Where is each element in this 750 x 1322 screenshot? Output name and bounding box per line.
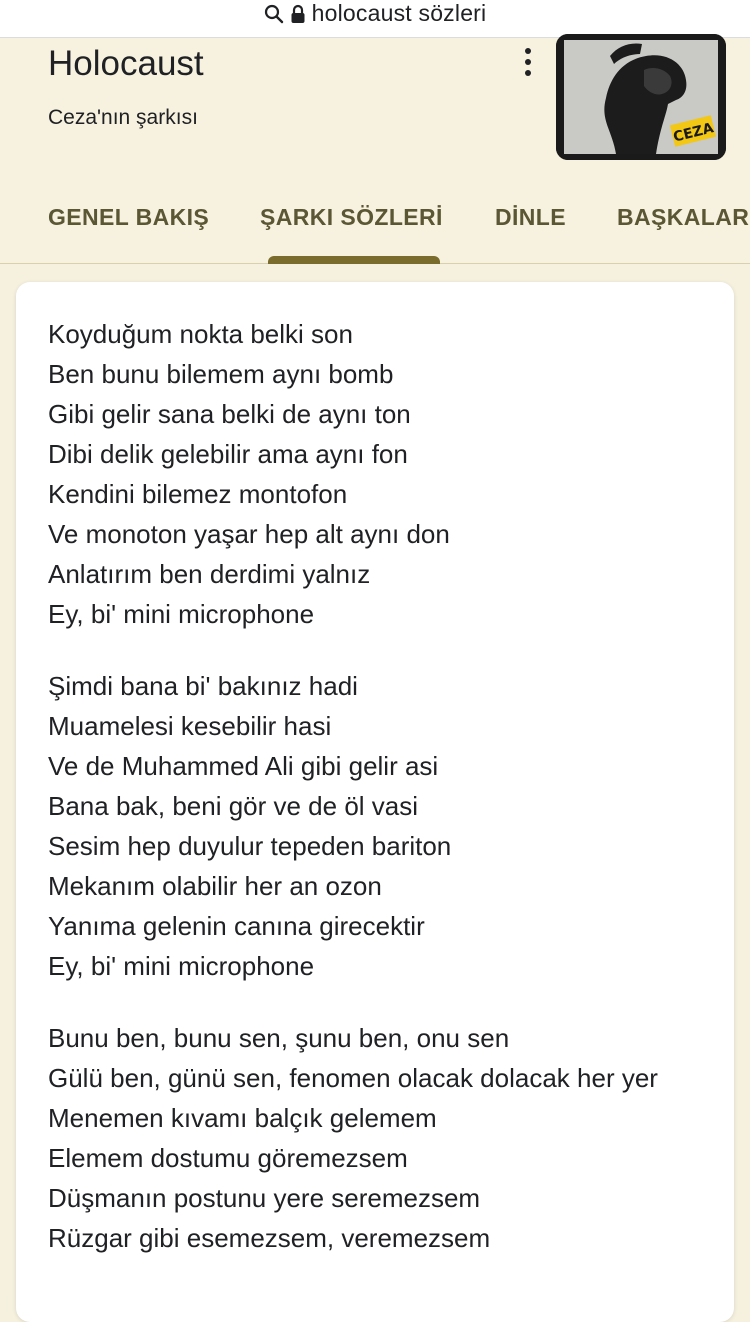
lyrics-line: Bana bak, beni gör ve de öl vasi xyxy=(48,791,419,821)
lyrics-stanza: Bunu ben, bunu sen, şunu ben, onu sen Gü… xyxy=(48,1018,688,1258)
song-title: Holocaust xyxy=(48,44,204,83)
tab-overview[interactable]: GENEL BAKIŞ xyxy=(48,204,209,231)
lock-icon xyxy=(290,4,306,24)
lyrics-line: Gülü ben, günü sen, fenomen olacak dolac… xyxy=(48,1063,658,1093)
lyrics-line: Menemen kıvamı balçık gelemem xyxy=(48,1103,437,1133)
lyrics-line: Ve monoton yaşar hep alt aynı don xyxy=(48,519,450,549)
more-vert-icon[interactable] xyxy=(514,46,542,78)
browser-url-bar[interactable]: holocaust sözleri xyxy=(0,0,750,38)
tab-lyrics[interactable]: ŞARKI SÖZLERİ xyxy=(260,204,443,231)
url-text: holocaust sözleri xyxy=(311,0,487,26)
song-header: Holocaust Ceza'nın şarkısı CEZA GENEL BA… xyxy=(0,34,750,264)
lyrics-body: Koyduğum nokta belki son Ben bunu bileme… xyxy=(48,314,688,1290)
lyrics-line: Koyduğum nokta belki son xyxy=(48,319,353,349)
lyrics-line: Bunu ben, bunu sen, şunu ben, onu sen xyxy=(48,1023,510,1053)
lyrics-stanza: Şimdi bana bi' bakınız hadi Muamelesi ke… xyxy=(48,666,688,986)
lyrics-line: Şimdi bana bi' bakınız hadi xyxy=(48,671,358,701)
lyrics-line: Yanıma gelenin canına girecektir xyxy=(48,911,425,941)
lyrics-line: Ben bunu bilemem aynı bomb xyxy=(48,359,394,389)
lyrics-line: Ve de Muhammed Ali gibi gelir asi xyxy=(48,751,439,781)
lyrics-line: Kendini bilemez montofon xyxy=(48,479,348,509)
lyrics-line: Mekanım olabilir her an ozon xyxy=(48,871,382,901)
album-art-image[interactable]: CEZA xyxy=(556,34,726,160)
lyrics-stanza: Koyduğum nokta belki son Ben bunu bileme… xyxy=(48,314,688,634)
tab-listen[interactable]: DİNLE xyxy=(495,204,566,231)
tab-selected-indicator xyxy=(268,256,440,264)
lyrics-line: Sesim hep duyulur tepeden bariton xyxy=(48,831,452,861)
search-icon xyxy=(264,4,284,24)
lyrics-line: Rüzgar gibi esemezsem, veremezsem xyxy=(48,1223,491,1253)
tab-bar: GENEL BAKIŞ ŞARKI SÖZLERİ DİNLE BAŞKALAR xyxy=(0,196,750,264)
lyrics-line: Dibi delik gelebilir ama aynı fon xyxy=(48,439,408,469)
lyrics-line: Düşmanın postunu yere seremezsem xyxy=(48,1183,481,1213)
lyrics-line: Gibi gelir sana belki de aynı ton xyxy=(48,399,411,429)
lyrics-line: Ey, bi' mini microphone xyxy=(48,951,315,981)
lyrics-line: Muamelesi kesebilir hasi xyxy=(48,711,332,741)
lyrics-line: Anlatırım ben derdimi yalnız xyxy=(48,559,371,589)
lyrics-line: Ey, bi' mini microphone xyxy=(48,599,315,629)
lyrics-line: Elemem dostumu göremezsem xyxy=(48,1143,408,1173)
song-subtitle: Ceza'nın şarkısı xyxy=(48,106,198,129)
url-bar-content: holocaust sözleri xyxy=(264,0,487,27)
lyrics-card: Koyduğum nokta belki son Ben bunu bileme… xyxy=(16,282,734,1322)
tab-others[interactable]: BAŞKALAR xyxy=(617,204,749,231)
